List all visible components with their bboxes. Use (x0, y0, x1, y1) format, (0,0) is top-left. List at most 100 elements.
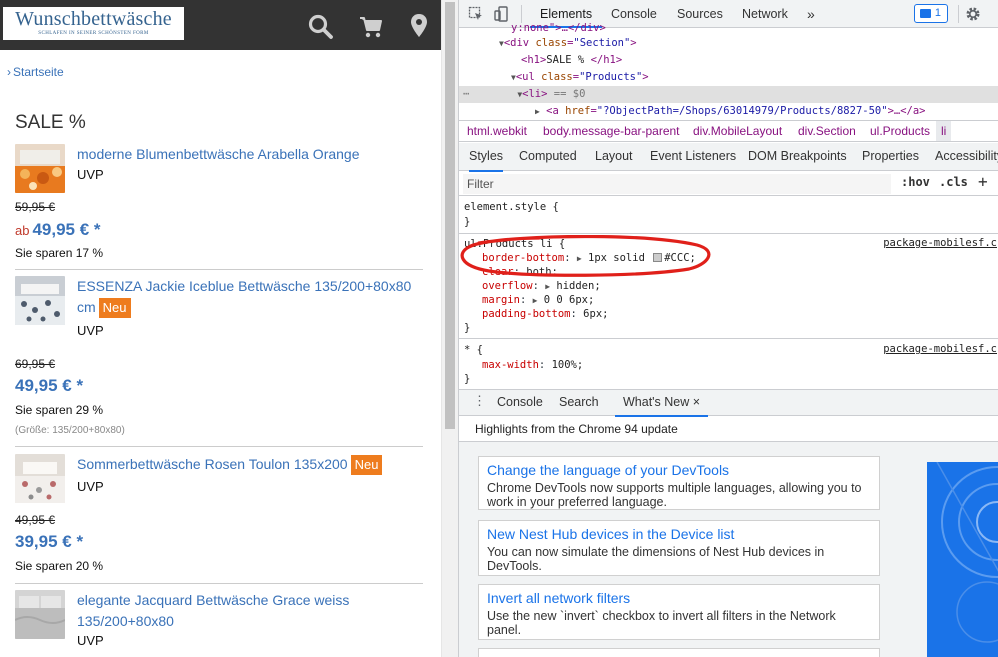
card-title-link[interactable]: Invert all network filters (487, 589, 871, 607)
breadcrumb-home-link[interactable]: Startseite (13, 65, 64, 79)
card-body: Chrome DevTools now supports multiple la… (487, 481, 862, 509)
product-name-link[interactable]: moderne Blumenbettwäsche Arabella Orange (77, 144, 417, 165)
rule-selector: * { (464, 344, 483, 356)
product-uvp-label: UVP (77, 479, 104, 494)
universal-rule[interactable]: * { package-mobilesf.c max-width: 100%; … (459, 340, 998, 388)
ellipsis-icon[interactable]: ⋯ (463, 88, 469, 100)
product-thumbnail[interactable] (15, 144, 65, 193)
product-name-link[interactable]: ESSENZA Jackie Iceblue Bettwäsche 135/20… (77, 276, 417, 318)
chrome-promo-image (927, 462, 998, 657)
product-item[interactable]: elegante Jacquard Bettwäsche Grace weiss… (15, 590, 423, 657)
whats-new-card[interactable]: Change the language of your DevTools Chr… (478, 456, 880, 510)
scrollbar-thumb[interactable] (445, 2, 455, 429)
product-thumbnail[interactable] (15, 276, 65, 325)
product-name-link[interactable]: Sommerbettwäsche Rosen Toulon 135x200 Neu (77, 454, 417, 475)
product-thumbnail[interactable] (15, 590, 65, 639)
product-name-link[interactable]: elegante Jacquard Bettwäsche Grace weiss… (77, 590, 417, 632)
new-badge: Neu (98, 298, 131, 318)
new-badge: Neu (350, 455, 383, 475)
cart-icon[interactable] (359, 16, 383, 43)
rule-close: } (464, 322, 471, 334)
product-item[interactable]: Sommerbettwäsche Rosen Toulon 135x200 Neu… (15, 454, 423, 584)
page-scrollbar[interactable] (441, 0, 458, 657)
hover-state-button[interactable]: :hov (901, 175, 930, 189)
whats-new-card[interactable] (478, 648, 880, 657)
product-separator (15, 269, 423, 270)
css-declaration[interactable]: max-width: 100%; (482, 358, 583, 372)
styles-subtabs: Styles Computed Layout Event Listeners D… (459, 143, 998, 172)
search-icon[interactable] (308, 14, 334, 45)
product-savings: Sie sparen 29 % (15, 403, 104, 417)
whats-new-card[interactable]: Invert all network filters Use the new `… (478, 584, 880, 640)
product-price: 39,95 € * (15, 532, 84, 551)
drawer-tab-search[interactable]: Search (559, 390, 599, 415)
breadcrumb-products[interactable]: ul.Products (870, 121, 930, 141)
card-title-link[interactable]: New Nest Hub devices in the Device list (487, 525, 871, 543)
css-declaration[interactable]: padding-bottom: 6px; (482, 307, 608, 321)
product-item[interactable]: ESSENZA Jackie Iceblue Bettwäsche 135/20… (15, 276, 423, 447)
product-price: 49,95 € * (15, 376, 84, 395)
tab-styles[interactable]: Styles (469, 143, 504, 172)
rule-source-link[interactable]: package-mobilesf.c (883, 343, 997, 355)
breadcrumb-html[interactable]: html.webkit (467, 121, 527, 141)
breadcrumb[interactable]: › Startseite (7, 65, 64, 79)
breadcrumb-body[interactable]: body.message-bar-parent (543, 121, 680, 141)
drawer-tab-whats-new[interactable]: What's New × (615, 390, 709, 417)
dom-node[interactable]: <h1>SALE % </h1> (459, 52, 998, 69)
drawer-tab-console[interactable]: Console (497, 390, 543, 415)
devtools-panel: Elements Console Sources Network » 1 y:n… (458, 0, 998, 657)
expand-triangle-icon[interactable]: ▶ (545, 282, 550, 291)
css-declaration[interactable]: margin: ▶ 0 0 6px; (482, 293, 594, 307)
rule-source-link[interactable]: package-mobilesf.c (883, 237, 997, 249)
class-toggle-button[interactable]: .cls (939, 175, 968, 189)
dom-node[interactable]: ▶ <a href="?ObjectPath=/Shops/63014979/P… (459, 103, 998, 120)
tab-layout[interactable]: Layout (595, 143, 633, 170)
mobile-page: Wunschbettwäsche SCHLAFEN IN SEINER SCHÖ… (0, 0, 441, 657)
dom-node-selected[interactable]: ⋯ ▼<li> == $0 (459, 86, 998, 103)
product-item[interactable]: moderne Blumenbettwäsche Arabella Orange… (15, 144, 423, 270)
expand-triangle-icon[interactable]: ▶ (533, 296, 538, 305)
product-separator (15, 446, 423, 447)
styles-filter-row: :hov .cls + (459, 172, 998, 196)
tab-event-listeners[interactable]: Event Listeners (650, 143, 736, 170)
tab-computed[interactable]: Computed (519, 143, 577, 170)
styles-filter-input[interactable] (463, 174, 891, 194)
tab-properties[interactable]: Properties (862, 143, 919, 170)
site-header: Wunschbettwäsche SCHLAFEN IN SEINER SCHÖ… (0, 0, 441, 50)
breadcrumb-li[interactable]: li (936, 121, 952, 141)
css-rules: element.style { } ul.Products li { packa… (459, 197, 998, 389)
drawer-tabs: ⋮ Console Search What's New × (459, 389, 998, 417)
product-uvp-label: UVP (77, 323, 104, 338)
card-body: You can now simulate the dimensions of N… (487, 545, 825, 573)
tab-dom-breakpoints[interactable]: DOM Breakpoints (748, 143, 847, 170)
tab-accessibility[interactable]: Accessibility (935, 143, 998, 170)
css-declaration[interactable]: overflow: ▶ hidden; (482, 279, 601, 293)
products-li-rule[interactable]: ul.Products li { package-mobilesf.c bord… (459, 235, 998, 339)
dom-node[interactable]: ▼<div class="Section"> (459, 35, 998, 52)
product-uvp-label: UVP (77, 167, 104, 182)
card-title-link[interactable]: Change the language of your DevTools (487, 461, 871, 479)
logo-tagline: SCHLAFEN IN SEINER SCHÖNSTEN FORM (38, 31, 149, 36)
element-style-rule[interactable]: element.style { } (459, 197, 998, 234)
dom-node[interactable]: ▼<ul class="Products"> (459, 69, 998, 86)
site-logo[interactable]: Wunschbettwäsche SCHLAFEN IN SEINER SCHÖ… (3, 7, 184, 40)
whats-new-card[interactable]: New Nest Hub devices in the Device list … (478, 520, 880, 576)
product-thumbnail[interactable] (15, 454, 65, 503)
rule-close: } (464, 216, 471, 228)
rule-selector: element.style { (464, 201, 559, 213)
location-pin-icon[interactable] (410, 14, 428, 43)
whats-new-header: Highlights from the Chrome 94 update (459, 417, 998, 442)
new-rule-button[interactable]: + (978, 172, 988, 191)
product-savings: Sie sparen 20 % (15, 559, 104, 573)
chevron-right-icon: › (7, 65, 11, 79)
logo-title: Wunschbettwäsche (15, 8, 172, 30)
product-old-price: 49,95 € (15, 513, 56, 527)
message-icon (920, 9, 931, 18)
product-separator (15, 583, 423, 584)
breadcrumb-mobile-layout[interactable]: div.MobileLayout (693, 121, 782, 141)
drawer-menu-icon[interactable]: ⋮ (473, 394, 486, 407)
breadcrumb-section[interactable]: div.Section (798, 121, 856, 141)
close-icon[interactable]: × (693, 395, 700, 409)
collapsed-triangle-icon[interactable]: ▶ (535, 107, 540, 116)
price-prefix: ab (15, 223, 30, 238)
